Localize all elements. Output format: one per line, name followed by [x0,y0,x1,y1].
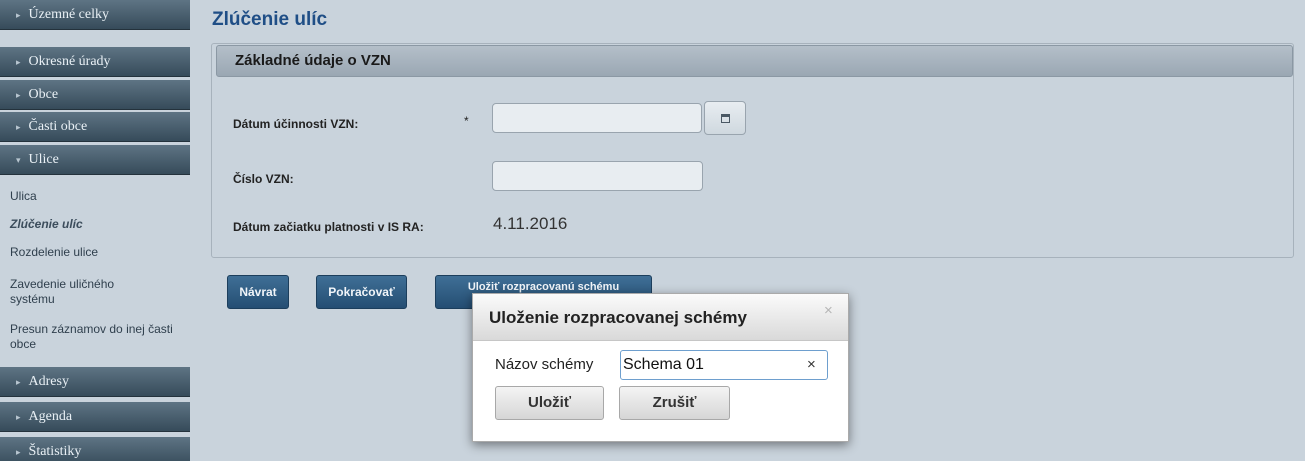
sidebar-section-statistiky[interactable]: ▸ Štatistiky [0,437,190,461]
panel-header: Základné údaje o VZN [216,45,1293,77]
sidebar-section-label: Štatistiky [28,444,82,459]
continue-button[interactable]: Pokračovať [316,275,407,309]
sidebar-item-zlucenie-ulic[interactable]: Zlúčenie ulíc [10,217,190,232]
required-mark: * [464,114,469,128]
vzn-number-label: Číslo VZN: [233,172,294,186]
vzn-number-input[interactable] [492,161,703,191]
sidebar-section-label: Ulice [28,152,59,167]
start-date-value: 4.11.2016 [493,214,568,233]
chevron-down-icon: ▾ [16,155,21,165]
effective-date-label: Dátum účinnosti VZN: [233,117,359,131]
close-icon[interactable]: × [824,302,833,319]
sidebar-item-rozdelenie-ulice[interactable]: Rozdelenie ulice [10,245,190,260]
cancel-button[interactable]: Zrušiť [619,386,730,420]
chevron-right-icon: ▸ [16,57,21,67]
scheme-name-input[interactable] [623,354,795,376]
sidebar-section-label: Okresné úrady [28,54,111,69]
sidebar-section-okresne-urady[interactable]: ▸ Okresné úrady [0,47,190,77]
effective-date-input[interactable] [492,103,702,133]
sidebar-item-presun-zaznamov[interactable]: Presun záznamov do inej časti obce [10,322,175,352]
calendar-button[interactable] [704,101,746,135]
sidebar-item-zavedenie-ulicneho-systemu[interactable]: Zavedenie uličného systému [10,277,160,307]
sidebar-item-ulica[interactable]: Ulica [10,189,190,204]
sidebar-section-label: Adresy [28,374,69,389]
save-scheme-dialog: Uloženie rozpracovanej schémy × Názov sc… [472,293,849,442]
dialog-header: Uloženie rozpracovanej schémy × [473,294,848,341]
chevron-right-icon: ▸ [16,377,21,387]
chevron-right-icon: ▸ [16,447,21,457]
sidebar-section-obce[interactable]: ▸ Obce [0,80,190,110]
back-button[interactable]: Návrat [227,275,289,309]
chevron-right-icon: ▸ [16,10,21,20]
sidebar-section-ulice[interactable]: ▾ Ulice [0,145,190,175]
vzn-panel: Základné údaje o VZN Dátum účinnosti VZN… [211,43,1294,258]
clear-icon[interactable]: × [807,356,816,373]
sidebar-section-casti-obce[interactable]: ▸ Časti obce [0,112,190,142]
sidebar-section-label: Agenda [28,409,73,424]
scheme-name-field[interactable]: × [620,350,828,380]
chevron-right-icon: ▸ [16,90,21,100]
sidebar-section-label: Časti obce [28,119,88,134]
save-button[interactable]: Uložiť [495,386,604,420]
scheme-name-label: Názov schémy [495,356,594,373]
sidebar-section-agenda[interactable]: ▸ Agenda [0,402,190,432]
dialog-title: Uloženie rozpracovanej schémy [489,308,747,327]
sidebar-section-adresy[interactable]: ▸ Adresy [0,367,190,397]
calendar-icon [721,114,730,123]
chevron-right-icon: ▸ [16,122,21,132]
sidebar: ▸ Územné celky ▸ Okresné úrady ▸ Obce ▸ Čast… [0,0,200,461]
sidebar-section-uzemne-celky[interactable]: ▸ Územné celky [0,0,190,30]
sidebar-section-label: Územné celky [28,7,109,22]
sidebar-section-label: Obce [28,87,59,102]
start-date-label: Dátum začiatku platnosti v IS RA: [233,220,424,234]
page-title: Zlúčenie ulíc [212,9,328,30]
chevron-right-icon: ▸ [16,412,21,422]
